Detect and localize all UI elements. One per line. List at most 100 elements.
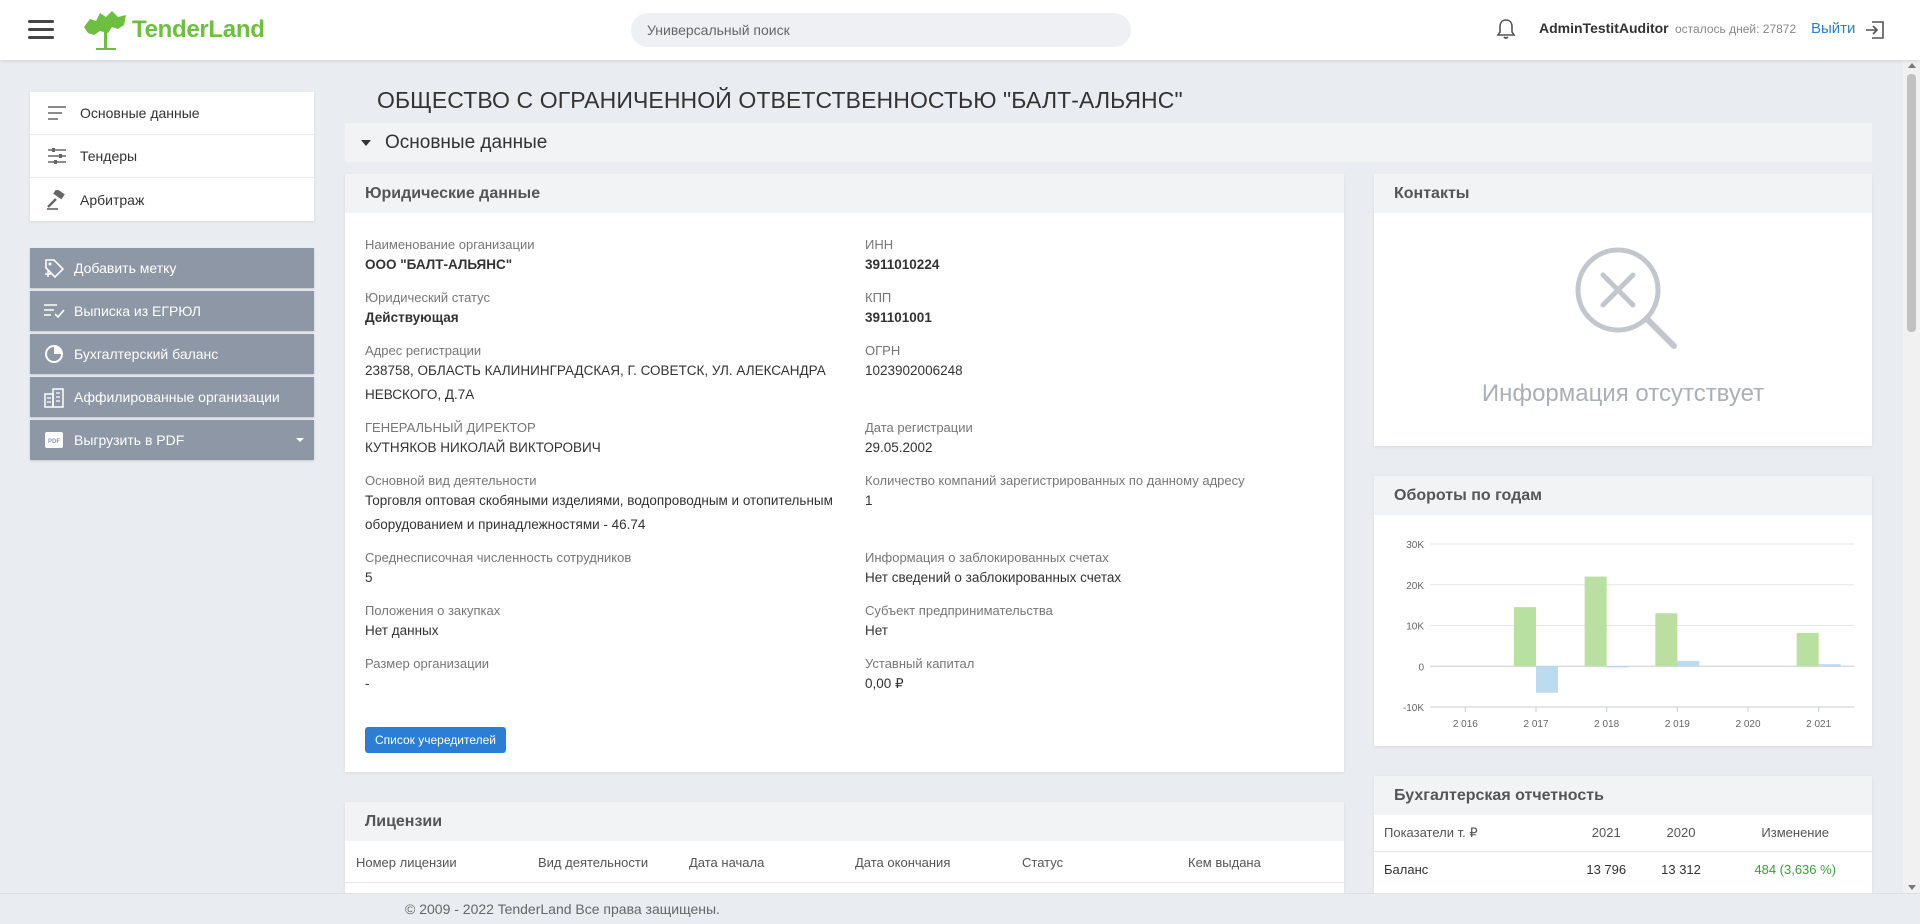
page-scrollbar[interactable] <box>1903 60 1920 893</box>
export-pdf-label: Выгрузить в PDF <box>74 432 185 448</box>
field-blocked-accounts: Информация о заблокированных счетах Нет … <box>865 549 1325 590</box>
field-value: Торговля оптовая скобяными изделиями, во… <box>365 493 833 532</box>
bell-icon[interactable] <box>1496 18 1516 40</box>
field-value: 1 <box>865 493 873 508</box>
tag-add-icon <box>42 256 66 280</box>
logout-link[interactable]: Выйти <box>1811 20 1855 37</box>
top-bar: TenderLand AdminTestitAuditor осталось д… <box>0 0 1920 60</box>
chart-bar <box>1796 632 1819 667</box>
field-status: Юридический статус Действующая <box>365 289 845 330</box>
cell-indicator: Баланс <box>1384 861 1429 877</box>
table-row[interactable]: Баланс 13 796 13 312 484 (3,636 %) <box>1374 851 1872 887</box>
logout-icon[interactable] <box>1864 19 1886 41</box>
field-value: 29.05.2002 <box>865 440 933 455</box>
logo-map-icon <box>84 11 126 50</box>
field-label: Субъект предпринимательства <box>865 603 1053 618</box>
y-tick-label: 30K <box>1406 540 1424 551</box>
days-left: осталось дней: 27872 <box>1675 22 1797 36</box>
egrul-extract-label: Выписка из ЕГРЮЛ <box>74 303 201 319</box>
sidebar-item-main-data[interactable]: Основные данные <box>30 92 314 135</box>
col-header-2020: 2020 <box>1643 815 1719 852</box>
pdf-icon: PDF <box>42 428 66 452</box>
table-header-row: Показатели т. ₽ 2021 2020 Изменение <box>1374 815 1872 852</box>
scroll-down-icon[interactable] <box>1908 885 1916 890</box>
sidebar-nav: Основные данные Тендеры Арбитраж <box>30 92 314 221</box>
export-pdf-button[interactable]: PDF Выгрузить в PDF <box>30 420 314 460</box>
section-main-data-toggle[interactable]: Основные данные <box>345 123 1872 162</box>
y-tick-label: 0 <box>1418 662 1424 673</box>
field-label: Наименование организации <box>365 237 535 252</box>
page-title: ОБЩЕСТВО С ОГРАНИЧЕННОЙ ОТВЕТСТВЕННОСТЬЮ… <box>377 87 1183 113</box>
turnover-card: Обороты по годам 30K 20K 10K 0 -10K 2 016 2 01… <box>1374 476 1872 746</box>
universal-search-input[interactable] <box>631 13 1131 47</box>
col-issued-by[interactable]: Кем выдана <box>1188 855 1261 870</box>
logo[interactable]: TenderLand <box>82 8 265 52</box>
x-tick-label: 2 017 <box>1523 719 1548 730</box>
sidebar-actions: Добавить метку Выписка из ЕГРЮЛ Бухгалте… <box>30 248 314 463</box>
username[interactable]: AdminTestitAuditor <box>1539 20 1669 36</box>
founders-list-button[interactable]: Список учередителей <box>365 727 506 753</box>
sidebar-item-label: Основные данные <box>80 105 200 121</box>
col-end-date[interactable]: Дата окончания <box>855 855 950 870</box>
y-tick-label: 10K <box>1406 622 1424 633</box>
contacts-title: Контакты <box>1374 174 1872 213</box>
scroll-up-icon[interactable] <box>1908 63 1916 68</box>
field-value: 0,00 ₽ <box>865 676 904 691</box>
section-title: Основные данные <box>385 131 548 153</box>
field-value: 238758, ОБЛАСТЬ КАЛИНИНГРАДСКАЯ, Г. СОВЕ… <box>365 363 826 402</box>
field-label: Положения о закупках <box>365 603 501 618</box>
affiliated-orgs-button[interactable]: Аффилированные организации <box>30 377 314 417</box>
col-header-change: Изменение <box>1718 815 1872 852</box>
list-icon <box>46 102 68 124</box>
field-value: 391101001 <box>865 310 932 325</box>
search-x-icon <box>1575 247 1677 349</box>
field-capital: Уставный капитал 0,00 ₽ <box>865 655 1325 696</box>
field-kpp: КПП 391101001 <box>865 289 1325 330</box>
chart-bar <box>1606 666 1629 668</box>
scrollbar-thumb[interactable] <box>1907 74 1916 332</box>
col-header-indicator: Показатели т. ₽ <box>1374 815 1569 852</box>
svg-text:PDF: PDF <box>48 439 60 445</box>
field-label: Размер организации <box>365 656 490 671</box>
col-license-number[interactable]: Номер лицензии <box>356 855 457 870</box>
buildings-icon <box>42 385 66 409</box>
sidebar-item-tenders[interactable]: Тендеры <box>30 135 314 178</box>
balance-sheet-button[interactable]: Бухгалтерский баланс <box>30 334 314 374</box>
field-label: Основной вид деятельности <box>365 473 537 488</box>
field-procurement: Положения о закупках Нет данных <box>365 602 845 643</box>
col-activity-type[interactable]: Вид деятельности <box>538 855 648 870</box>
field-value: КУТНЯКОВ НИКОЛАЙ ВИКТОРОВИЧ <box>365 440 601 455</box>
col-status[interactable]: Статус <box>1022 855 1063 870</box>
sidebar-item-arbitration[interactable]: Арбитраж <box>30 178 314 221</box>
col-header-2021: 2021 <box>1568 815 1644 852</box>
cell-change: 484 (3,636 %) <box>1754 861 1837 877</box>
field-address: Адрес регистрации 238758, ОБЛАСТЬ КАЛИНИ… <box>365 342 845 407</box>
field-label: Адрес регистрации <box>365 343 482 358</box>
field-value: Нет сведений о заблокированных счетах <box>865 570 1122 585</box>
contacts-card: Контакты Информация отсутствует <box>1374 174 1872 446</box>
accounting-table: Показатели т. ₽ 2021 2020 Изменение Бала… <box>1374 815 1872 887</box>
chart-bar <box>1514 607 1536 667</box>
licenses-title: Лицензии <box>345 802 1344 841</box>
legal-data-title: Юридические данные <box>345 174 1344 213</box>
y-tick-label: -10K <box>1403 703 1424 714</box>
field-label: ИНН <box>865 237 894 252</box>
egrul-extract-button[interactable]: Выписка из ЕГРЮЛ <box>30 291 314 331</box>
chart-bar <box>1677 660 1700 667</box>
field-label: Среднесписочная численность сотрудников <box>365 550 632 565</box>
x-tick-label: 2 020 <box>1735 719 1760 730</box>
col-start-date[interactable]: Дата начала <box>689 855 764 870</box>
chevron-down-icon[interactable] <box>296 438 304 442</box>
menu-icon[interactable] <box>28 20 54 40</box>
field-value: 3911010224 <box>865 257 940 272</box>
field-label: Информация о заблокированных счетах <box>865 550 1109 565</box>
field-reg-date: Дата регистрации 29.05.2002 <box>865 419 1325 460</box>
accounting-title: Бухгалтерская отчетность <box>1374 776 1872 815</box>
footer: © 2009 - 2022 TenderLand Все права защищ… <box>0 893 1920 924</box>
sliders-icon <box>46 145 68 167</box>
x-tick-label: 2 021 <box>1806 719 1831 730</box>
balance-sheet-label: Бухгалтерский баланс <box>74 346 219 362</box>
add-tag-button[interactable]: Добавить метку <box>30 248 314 288</box>
chart-bar <box>1584 576 1607 667</box>
cell-2021: 13 796 <box>1586 861 1627 877</box>
